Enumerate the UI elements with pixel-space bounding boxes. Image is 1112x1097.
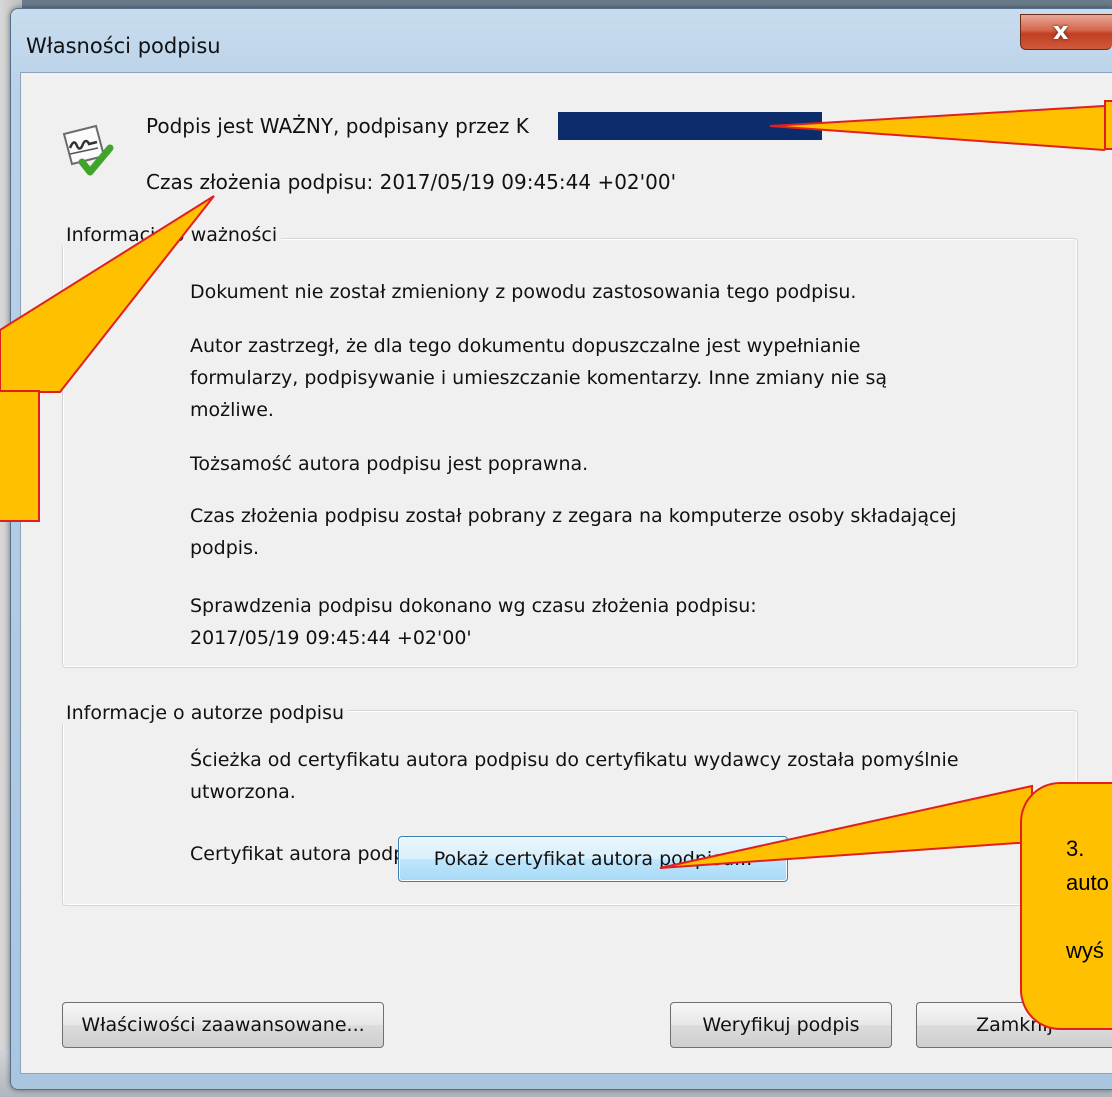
callout-pointer-signer: [769, 102, 1112, 152]
callout-pointer-cert: [659, 784, 1033, 869]
callout-text-cert: 3. auto wyś: [1066, 836, 1109, 963]
callout-box-time: [0, 390, 40, 522]
callout-box-signer: [1104, 100, 1112, 150]
callout-annotations: [0, 102, 1112, 869]
callout-pointer-time: [0, 195, 215, 393]
